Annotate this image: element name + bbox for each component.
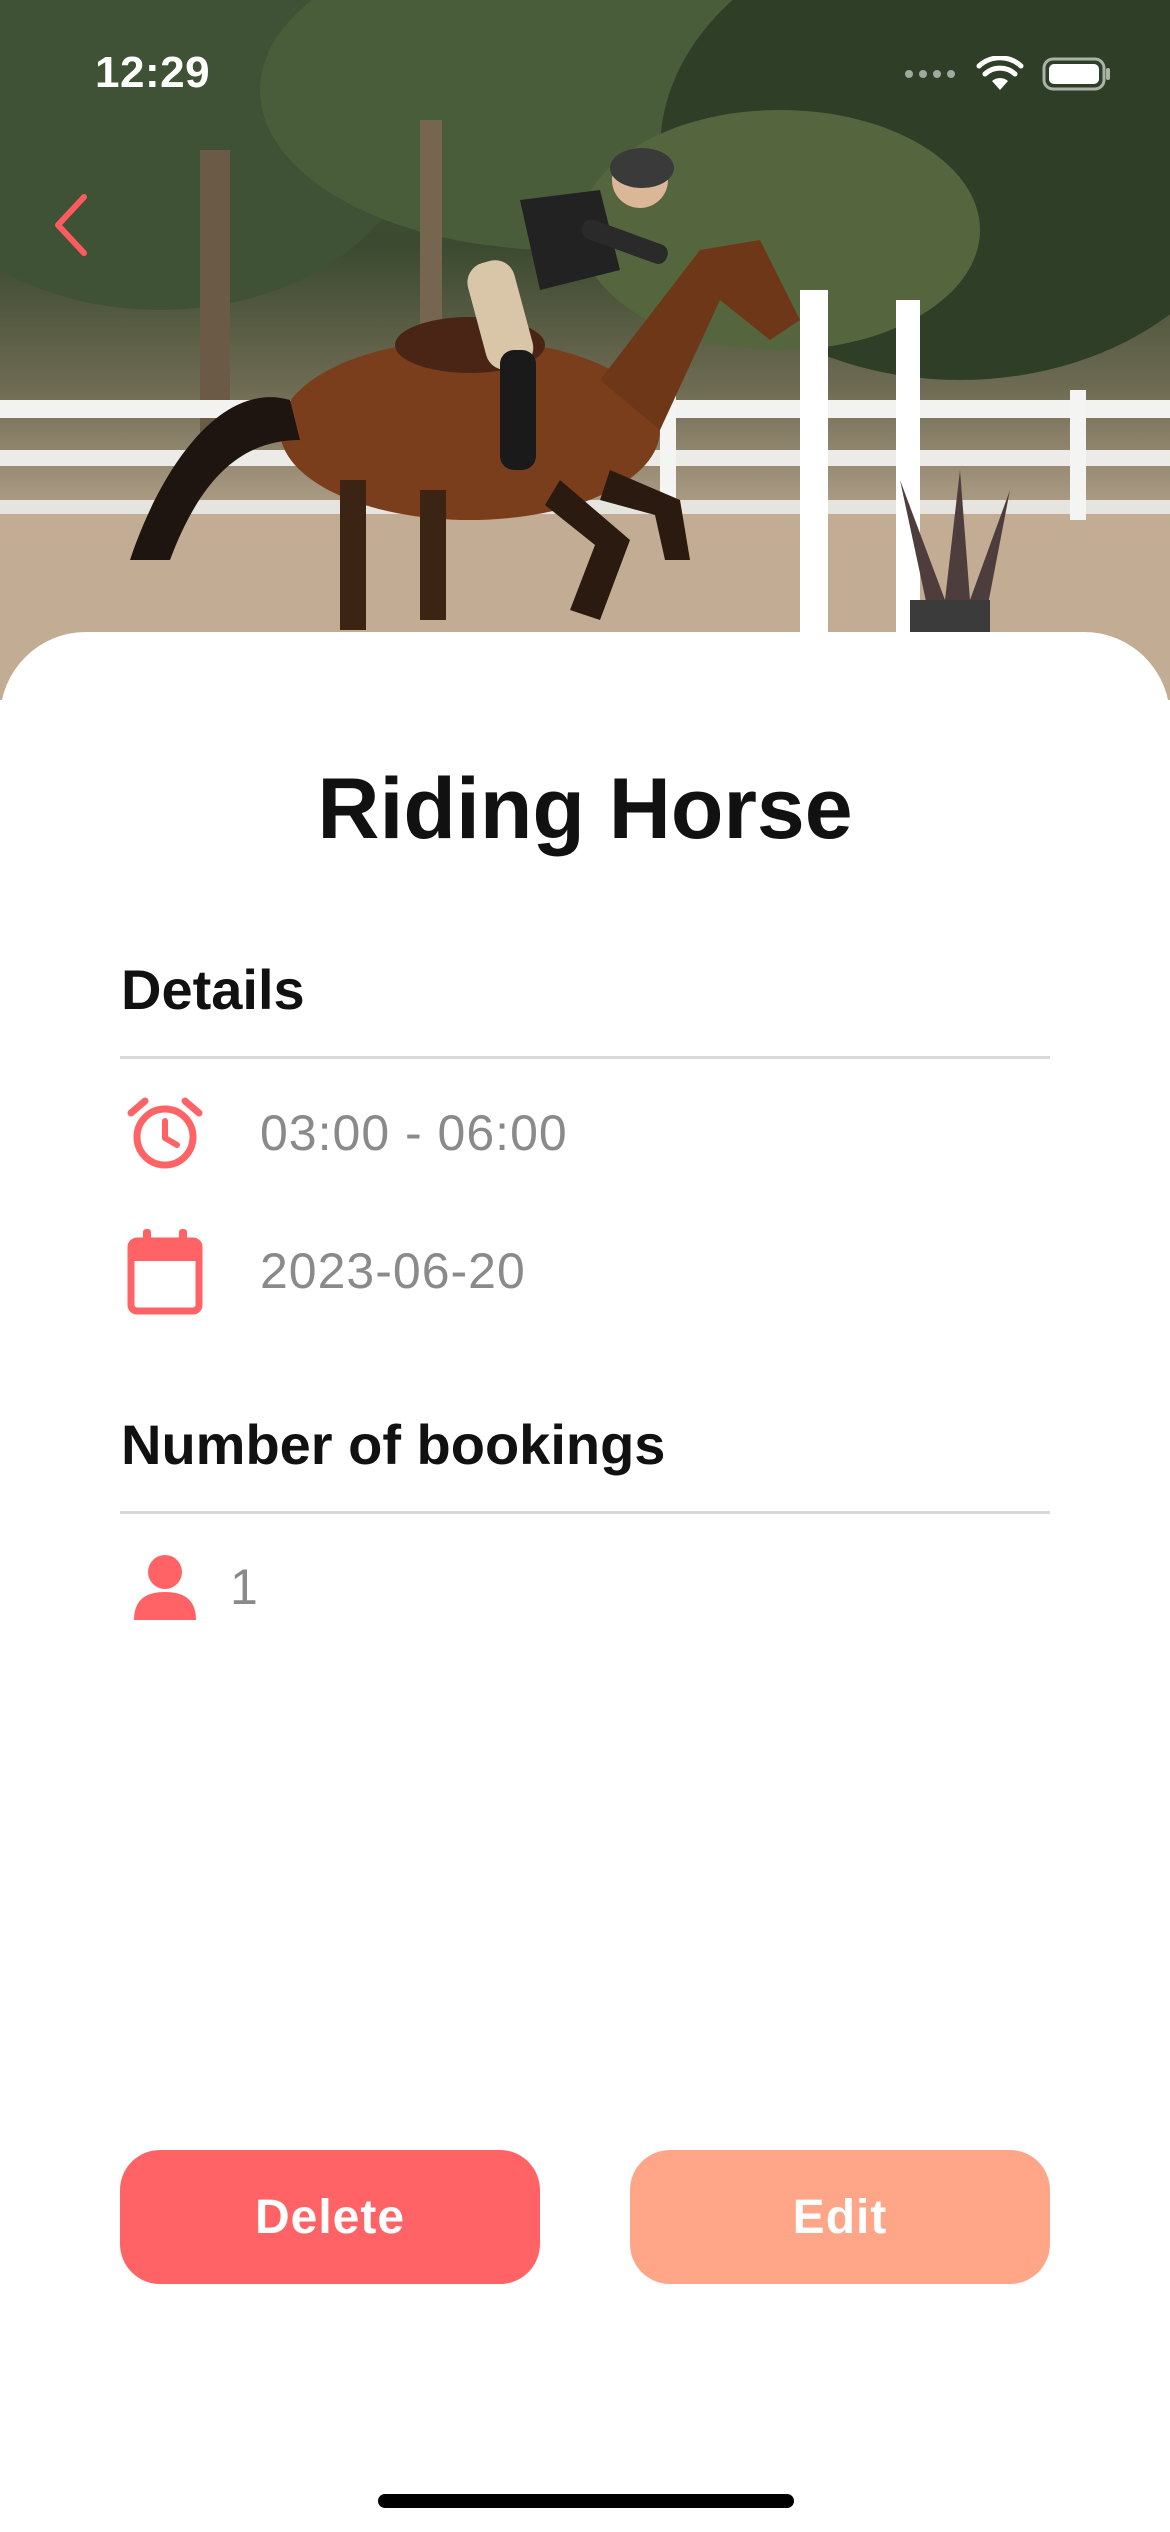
event-detail-screen: 12:29 Riding Horse Details 03:00 - 06:00… <box>0 0 1170 2532</box>
edit-button[interactable]: Edit <box>630 2150 1050 2284</box>
date-row: 2023-06-20 <box>120 1226 526 1316</box>
calendar-icon <box>120 1226 210 1316</box>
back-button[interactable] <box>40 185 100 265</box>
time-row: 03:00 - 06:00 <box>120 1088 568 1178</box>
chevron-left-icon <box>55 194 87 256</box>
status-icons <box>904 56 1112 92</box>
bookings-count: 1 <box>230 1559 259 1615</box>
details-heading: Details <box>121 958 305 1021</box>
detail-sheet: Riding Horse Details 03:00 - 06:00 2023-… <box>0 632 1170 2532</box>
wifi-icon <box>976 56 1024 90</box>
home-indicator <box>378 2494 794 2508</box>
bookings-row: 1 <box>120 1542 259 1632</box>
battery-icon <box>1042 57 1110 91</box>
bookings-divider <box>120 1511 1050 1514</box>
date-value: 2023-06-20 <box>260 1243 526 1299</box>
status-time: 12:29 <box>95 48 211 97</box>
hero-image <box>0 0 1170 700</box>
time-range-value: 03:00 - 06:00 <box>260 1105 568 1161</box>
bookings-heading: Number of bookings <box>121 1413 666 1476</box>
person-icon <box>120 1542 210 1632</box>
delete-button[interactable]: Delete <box>120 2150 540 2284</box>
details-divider <box>120 1056 1050 1059</box>
alarm-clock-icon <box>120 1088 210 1178</box>
horse-rider-photo <box>0 0 1170 700</box>
cellular-signal-icon <box>905 70 955 78</box>
event-title: Riding Horse <box>317 761 853 857</box>
